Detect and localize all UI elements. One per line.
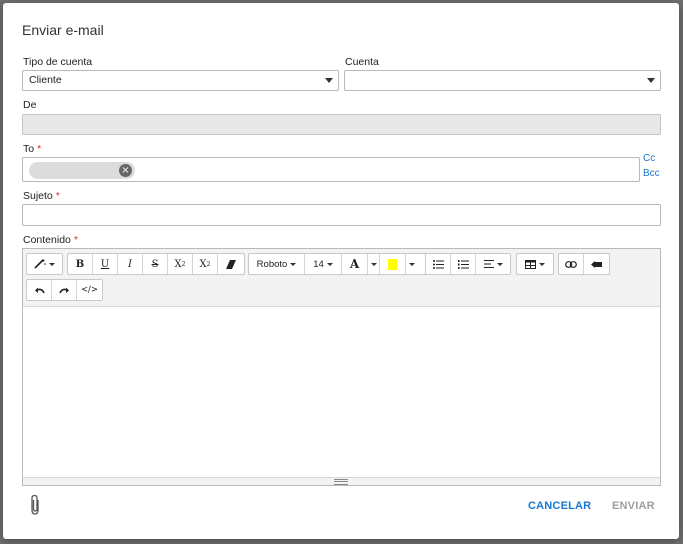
cancel-button[interactable]: CANCELAR bbox=[528, 500, 591, 512]
table-group bbox=[516, 253, 554, 275]
send-email-dialog: Enviar e-mail Tipo de cuenta Cliente Cue… bbox=[3, 3, 679, 539]
align-dropdown[interactable] bbox=[476, 254, 510, 274]
redo-icon[interactable] bbox=[52, 280, 77, 300]
paperclip-icon[interactable] bbox=[28, 494, 42, 521]
account-type-label: Tipo de cuenta bbox=[23, 56, 93, 68]
chevron-down-icon bbox=[647, 78, 655, 83]
link-icon[interactable] bbox=[559, 254, 584, 274]
from-label: De bbox=[23, 99, 37, 111]
cc-link[interactable]: Cc bbox=[643, 153, 655, 164]
close-icon[interactable]: × bbox=[119, 164, 132, 177]
from-field bbox=[22, 114, 661, 135]
editor-content-area[interactable] bbox=[23, 307, 660, 477]
chevron-down-icon bbox=[49, 262, 55, 266]
account-type-select[interactable]: Cliente bbox=[22, 70, 339, 91]
style-group bbox=[26, 253, 63, 275]
chevron-down-icon bbox=[325, 78, 333, 83]
superscript-icon[interactable]: X2 bbox=[168, 254, 193, 274]
font-color-dropdown[interactable] bbox=[368, 254, 380, 274]
content-label: Contenido * bbox=[23, 234, 78, 246]
to-field[interactable]: × bbox=[22, 157, 640, 182]
font-size-select[interactable]: 14 bbox=[305, 254, 342, 274]
strikethrough-icon[interactable]: S bbox=[143, 254, 168, 274]
required-mark: * bbox=[37, 143, 42, 155]
paragraph-group bbox=[425, 253, 511, 275]
italic-icon[interactable]: I bbox=[118, 254, 143, 274]
to-label: To * bbox=[23, 143, 42, 155]
dialog-title: Enviar e-mail bbox=[22, 22, 104, 38]
bullet-list-icon[interactable] bbox=[426, 254, 451, 274]
format-group: B U I S X2 X2 bbox=[67, 253, 245, 275]
table-icon bbox=[525, 259, 536, 269]
font-color-icon[interactable]: A bbox=[342, 254, 368, 274]
account-type-value: Cliente bbox=[29, 74, 62, 86]
table-dropdown[interactable] bbox=[517, 254, 553, 274]
font-group: Roboto 14 A bbox=[248, 253, 439, 275]
code-view-icon[interactable]: </> bbox=[77, 280, 102, 300]
grip-icon bbox=[334, 479, 348, 485]
magic-style-button[interactable] bbox=[27, 254, 62, 274]
magic-wand-icon bbox=[34, 259, 46, 269]
editor-toolbar: B U I S X2 X2 Roboto 14 A </> bbox=[23, 249, 660, 307]
required-mark: * bbox=[55, 190, 60, 202]
subject-label: Sujeto * bbox=[23, 190, 60, 202]
highlight-icon[interactable] bbox=[380, 254, 406, 274]
send-button[interactable]: ENVIAR bbox=[612, 500, 655, 512]
undo-icon[interactable] bbox=[27, 280, 52, 300]
insert-group bbox=[558, 253, 610, 275]
bold-icon[interactable]: B bbox=[68, 254, 93, 274]
numbered-list-icon[interactable] bbox=[451, 254, 476, 274]
bcc-link[interactable]: Bcc bbox=[643, 168, 660, 179]
required-mark: * bbox=[73, 234, 78, 246]
eraser-icon[interactable] bbox=[218, 254, 243, 274]
font-family-select[interactable]: Roboto bbox=[249, 254, 305, 274]
video-icon[interactable] bbox=[584, 254, 609, 274]
underline-icon[interactable]: U bbox=[93, 254, 118, 274]
subscript-icon[interactable]: X2 bbox=[193, 254, 218, 274]
highlight-dropdown[interactable] bbox=[406, 254, 418, 274]
history-group: </> bbox=[26, 279, 103, 301]
align-left-icon bbox=[483, 260, 494, 268]
account-label: Cuenta bbox=[345, 56, 379, 68]
recipient-chip[interactable]: × bbox=[29, 162, 135, 179]
editor-resize-handle[interactable] bbox=[23, 477, 660, 485]
account-select[interactable] bbox=[344, 70, 661, 91]
subject-input[interactable] bbox=[22, 204, 661, 226]
rich-text-editor: B U I S X2 X2 Roboto 14 A </> bbox=[22, 248, 661, 486]
